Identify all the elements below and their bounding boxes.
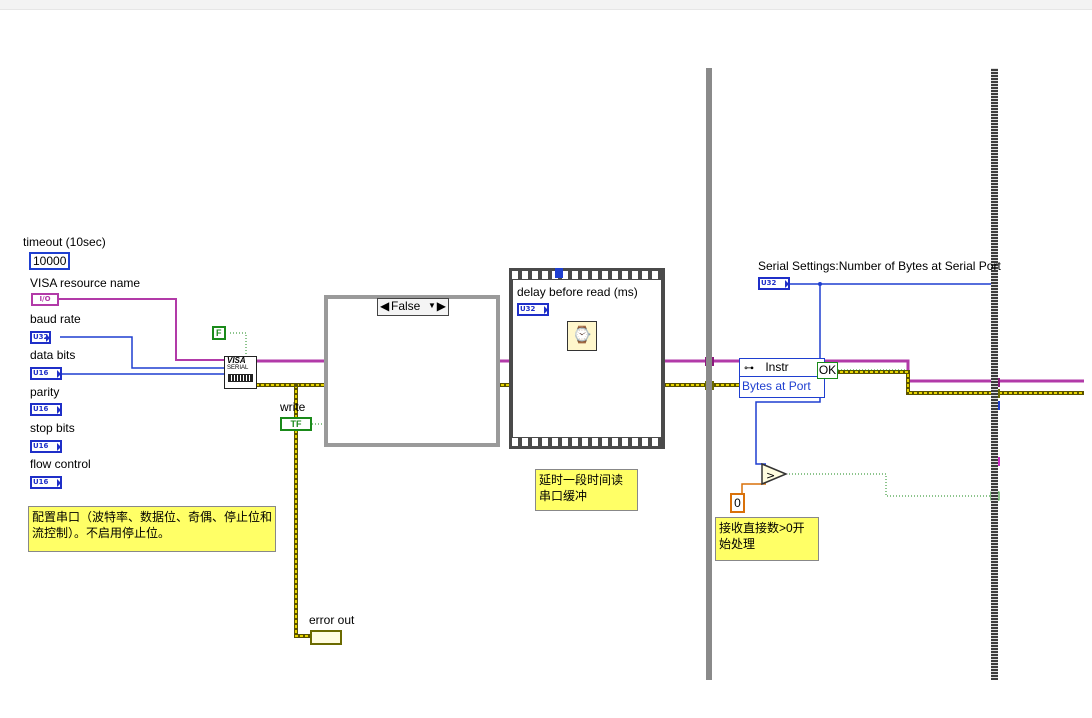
- config-comment: 配置串口（波特率、数据位、奇偶、停止位和流控制）。不启用停止位。: [28, 506, 276, 552]
- flow-control-type: U16: [33, 478, 49, 486]
- timeout-label: timeout (10sec): [23, 235, 106, 249]
- case-selector[interactable]: ◀ False ▼ ▶: [377, 298, 449, 316]
- ok-indicator: OK: [817, 362, 838, 379]
- visa-configure-serial-node[interactable]: VISA SERIAL: [224, 356, 257, 389]
- error-out-label: error out: [309, 613, 355, 627]
- visa-node-subtitle: SERIAL: [227, 365, 249, 371]
- flow-control-label: flow control: [30, 457, 91, 471]
- case-selector-value: False: [391, 299, 421, 313]
- zero-constant[interactable]: 0: [730, 493, 745, 513]
- false-constant[interactable]: F: [212, 326, 226, 340]
- property-node-icon: ⊶: [744, 363, 754, 374]
- serial-settings-type: U32: [761, 279, 777, 287]
- data-bits-terminal[interactable]: U16: [30, 367, 62, 380]
- wire-junction-err: [294, 383, 298, 387]
- parity-label: parity: [30, 385, 60, 399]
- property-node-item[interactable]: Bytes at Port: [740, 377, 824, 395]
- timeout-constant[interactable]: 10000: [29, 252, 71, 270]
- case-prev-arrow[interactable]: ◀: [380, 299, 389, 313]
- case-dropdown-arrow[interactable]: ▼: [428, 299, 436, 313]
- visa-resource-label: VISA resource name: [30, 276, 141, 290]
- wire-junction: [818, 282, 822, 286]
- property-node-header: ⊶ Instr: [740, 359, 824, 377]
- write-label: write: [280, 400, 306, 414]
- stop-bits-label: stop bits: [30, 421, 75, 435]
- delay-type: U32: [520, 305, 536, 313]
- sequence-frame-indicator: [555, 268, 563, 278]
- bytes-to-compare: [755, 396, 821, 465]
- parity-type: U16: [33, 405, 49, 413]
- stop-bits-terminal[interactable]: U16: [30, 440, 62, 453]
- greater-than-symbol: >: [766, 469, 775, 482]
- visa-node-title: VISA: [227, 356, 246, 365]
- delay-comment: 延时一段时间读串口缓冲: [535, 469, 638, 511]
- case-next-arrow[interactable]: ▶: [437, 299, 446, 313]
- data-bits-label: data bits: [30, 348, 76, 362]
- flat-sequence-divider: [706, 68, 712, 680]
- error-out-terminal[interactable]: [310, 630, 342, 645]
- parity-terminal[interactable]: U16: [30, 403, 62, 416]
- baud-wire: [60, 336, 224, 369]
- flow-control-terminal[interactable]: U16: [30, 476, 62, 489]
- sequence-film-bottom: [511, 437, 663, 447]
- block-diagram: > ? timeout (10sec) 10000 VISA resource …: [0, 0, 1092, 718]
- baud-rate-terminal[interactable]: U32: [30, 331, 52, 344]
- receive-comment: 接收直接数>0开始处理: [715, 517, 819, 561]
- write-terminal[interactable]: TF: [280, 417, 312, 431]
- property-node-class: Instr: [765, 360, 789, 374]
- data-bits-type: U16: [33, 369, 49, 377]
- visa-resource-terminal[interactable]: I/O: [31, 293, 59, 306]
- visa-node-connector-icon: [228, 374, 253, 382]
- baud-rate-label: baud rate: [30, 312, 81, 326]
- case-structure[interactable]: [324, 295, 500, 447]
- sequence-film-top: [511, 270, 663, 280]
- serial-settings-label: Serial Settings:Number of Bytes at Seria…: [758, 259, 1001, 273]
- delay-before-read-terminal[interactable]: U32: [517, 303, 549, 316]
- stop-bits-type: U16: [33, 442, 49, 450]
- zero-to-compare: [741, 483, 766, 500]
- delay-before-read-label: delay before read (ms): [517, 285, 638, 299]
- compare-out-wire: [786, 473, 996, 497]
- property-node[interactable]: ⊶ Instr Bytes at Port: [739, 358, 825, 398]
- serial-settings-terminal[interactable]: U32: [758, 277, 790, 290]
- false-wire: [230, 332, 247, 358]
- wait-ms-icon[interactable]: ⌚: [567, 321, 597, 351]
- right-structure-border: [991, 68, 998, 680]
